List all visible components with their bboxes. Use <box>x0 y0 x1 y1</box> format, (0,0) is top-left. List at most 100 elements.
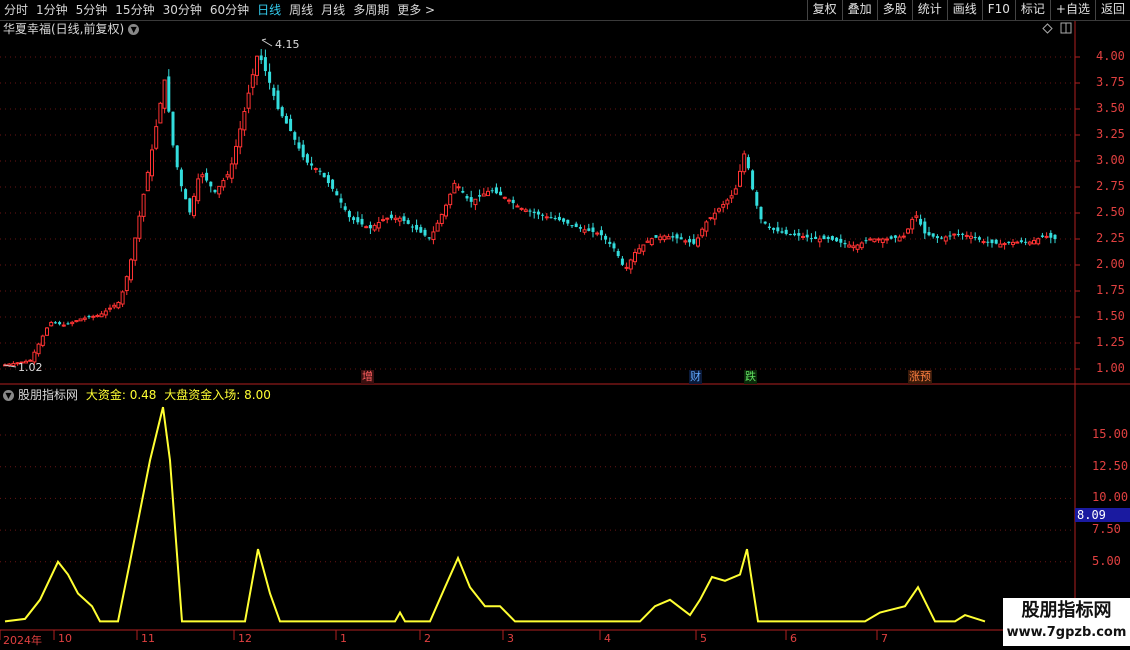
candle-body <box>544 216 549 219</box>
candle-body <box>331 179 335 189</box>
candle-body <box>393 217 398 220</box>
candle-body <box>994 239 998 244</box>
candle-body <box>574 223 578 228</box>
candle-body <box>553 217 557 220</box>
candle-body <box>973 236 977 239</box>
candle-body <box>549 217 553 219</box>
candle-body <box>616 251 620 257</box>
candle-body <box>662 235 667 241</box>
candle-body <box>801 236 805 239</box>
low-price-label: 1.02 <box>18 361 43 374</box>
watermark-url: www.7gpzb.com <box>1006 625 1127 640</box>
candle-body <box>473 198 478 206</box>
candle-body <box>1015 241 1020 244</box>
indicator-tick-label: 10.00 <box>1092 490 1129 505</box>
candle-body <box>763 221 767 224</box>
candle-body <box>847 244 852 248</box>
candle-body <box>956 234 960 236</box>
candle-body <box>919 218 923 225</box>
market-fund-value: 8.00 <box>244 388 271 402</box>
chevron-down-icon[interactable]: ▼ <box>3 390 14 401</box>
candle-body <box>1019 240 1023 243</box>
candle-body <box>637 248 642 254</box>
candle-body <box>649 238 654 246</box>
candle-body <box>776 227 780 232</box>
candle-body <box>347 211 351 218</box>
candle-body <box>1032 239 1036 245</box>
candle-body <box>889 236 893 239</box>
candle-body <box>381 219 385 222</box>
candle-body <box>608 241 612 244</box>
candle-body <box>1011 241 1015 245</box>
candle-body <box>313 167 318 170</box>
candle-body <box>427 237 431 239</box>
candle-body <box>633 252 637 263</box>
candle-body <box>843 242 847 245</box>
date-tick-label: 12 <box>238 632 252 645</box>
candle-body <box>641 244 646 252</box>
candle-body <box>322 172 326 178</box>
event-tag[interactable]: 增 <box>361 370 374 384</box>
candle-body <box>952 233 957 236</box>
candle-body <box>570 225 574 227</box>
candle-body <box>272 87 276 96</box>
candle-body <box>246 92 251 109</box>
candle-body <box>822 235 826 239</box>
candle-body <box>1002 243 1007 246</box>
candle-body <box>229 163 234 179</box>
candle-body <box>124 276 129 292</box>
candle-body <box>95 314 100 318</box>
date-tick-label: 10 <box>58 632 72 645</box>
candle-body <box>318 170 322 172</box>
candle-body <box>478 195 482 197</box>
date-tick-label: 4 <box>604 632 611 645</box>
candle-body <box>986 241 990 243</box>
candle-body <box>868 238 873 241</box>
candle-body <box>628 259 633 270</box>
candle-body <box>940 237 944 239</box>
candle-body <box>448 193 453 206</box>
candle-body <box>263 57 267 72</box>
candle-body <box>45 327 49 336</box>
price-tick-label: 1.25 <box>1096 335 1125 349</box>
candle-body <box>108 307 112 310</box>
current-value-badge: 8.09 <box>1075 508 1130 522</box>
candle-body <box>11 362 16 367</box>
event-tag[interactable]: 财 <box>689 370 702 384</box>
candle-body <box>964 234 969 237</box>
indicator-name: 股朋指标网 <box>18 388 79 402</box>
candle-body <box>927 232 931 236</box>
candle-body <box>209 181 213 187</box>
candle-body <box>746 157 750 169</box>
candle-body <box>40 335 45 346</box>
date-tick-label: 3 <box>507 632 514 645</box>
candle-body <box>658 236 663 241</box>
candle-body <box>310 163 314 166</box>
candle-body <box>595 232 600 235</box>
candle-body <box>666 236 671 240</box>
candle-body <box>372 224 377 231</box>
candle-body <box>242 110 247 131</box>
price-tick-label: 3.75 <box>1096 75 1125 89</box>
candle-body <box>150 149 154 177</box>
event-tag[interactable]: 涨预 <box>908 370 932 384</box>
candle-body <box>541 214 545 216</box>
candle-body <box>998 243 1003 248</box>
candle-body <box>368 224 372 229</box>
candle-body <box>826 236 830 239</box>
candle-body <box>385 217 390 220</box>
watermark-title: 股朋指标网 <box>1021 600 1112 621</box>
candle-body <box>528 210 532 212</box>
event-tag[interactable]: 跌 <box>744 370 757 384</box>
candle-body <box>591 227 595 232</box>
candle-body <box>116 301 121 309</box>
candle-body <box>499 191 503 196</box>
candle-body <box>797 233 801 236</box>
candle-body <box>645 240 650 243</box>
candle-body <box>486 190 490 197</box>
high-price-label: 4.15 <box>275 38 300 51</box>
price-tick-label: 3.00 <box>1096 153 1125 167</box>
candle-body <box>461 190 465 193</box>
candle-body <box>721 203 726 208</box>
candle-body <box>729 195 734 199</box>
